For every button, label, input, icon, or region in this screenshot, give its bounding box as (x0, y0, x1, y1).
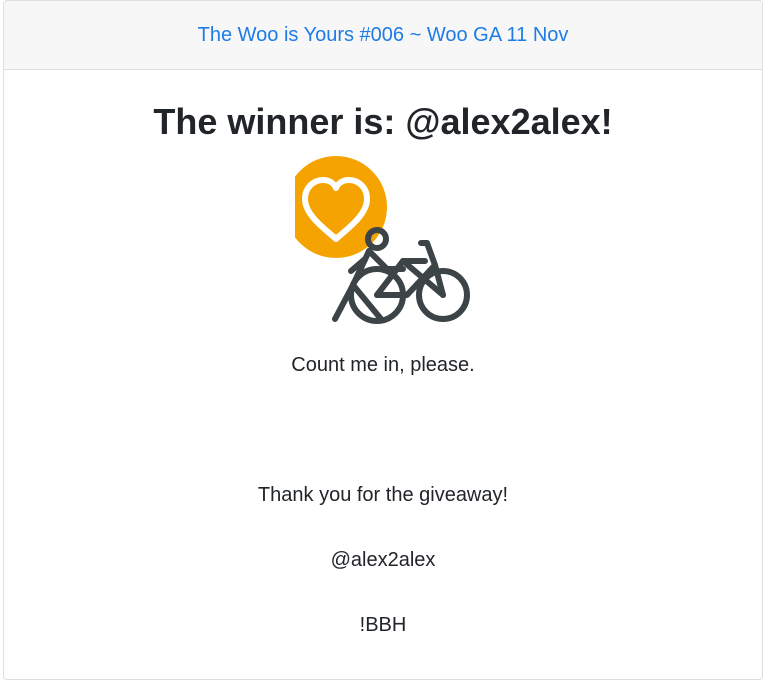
post-title-link[interactable]: The Woo is Yours #006 ~ Woo GA 11 Nov (198, 24, 569, 47)
command-tag: !BBH (359, 614, 407, 636)
giveaway-illustration (295, 156, 470, 324)
message-line: Count me in, please. (291, 354, 475, 376)
post-card: The Woo is Yours #006 ~ Woo GA 11 Nov Th… (3, 0, 763, 680)
heart-badge-icon (295, 156, 387, 258)
winner-heading: The winner is: @alex2alex! (153, 101, 613, 142)
message-line: Thank you for the giveaway! (257, 484, 509, 506)
card-body: The winner is: @alex2alex! Count me in, … (4, 70, 762, 637)
author-mention: @alex2alex (330, 549, 436, 571)
card-header: The Woo is Yours #006 ~ Woo GA 11 Nov (4, 1, 762, 70)
